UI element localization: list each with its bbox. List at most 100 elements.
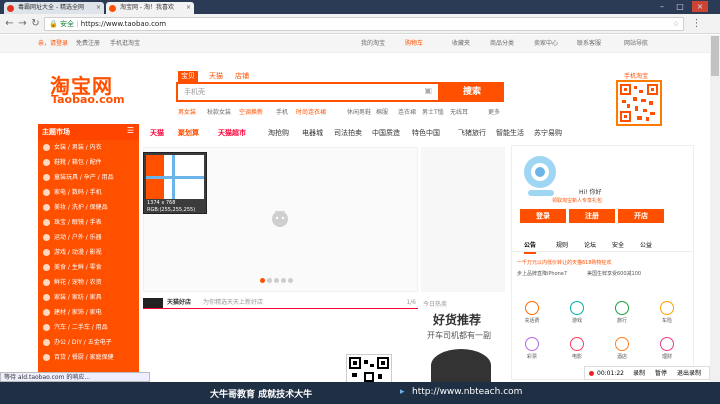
search-tab-shop[interactable]: 店铺 (232, 71, 252, 82)
recorder-record[interactable]: 录制 (633, 367, 645, 380)
login-button[interactable]: 登录 (520, 209, 566, 223)
sidebar-item[interactable]: 办公 / DIY / 五金电子 (38, 335, 139, 350)
reload-icon[interactable]: ↻ (29, 17, 42, 30)
back-icon[interactable]: ← (3, 17, 16, 30)
topnav-link[interactable]: 商品分类 (490, 35, 514, 53)
news-item[interactable]: 美国生鲜享受600减100 (587, 270, 641, 277)
sidebar-item[interactable]: 美妆 / 洗护 / 保健品 (38, 200, 139, 215)
search-input[interactable]: 手机壳 ▣ (176, 82, 440, 102)
catnav-link[interactable]: 智能生活 (496, 125, 524, 141)
hot-link[interactable]: 棉服 (376, 107, 388, 116)
catnav-link[interactable]: 飞猪旅行 (458, 125, 486, 141)
scrollbar-thumb[interactable] (711, 36, 719, 76)
mobile-link[interactable]: 手机逛淘宝 (110, 35, 140, 53)
catnav-link[interactable]: 电器城 (302, 125, 323, 141)
star-icon[interactable]: ☆ (673, 18, 679, 30)
service-insurance[interactable]: 车险 (647, 296, 687, 330)
catnav-link[interactable]: 特色中国 (412, 125, 440, 141)
more-link[interactable]: 更多 (488, 107, 500, 116)
user-panel: Hi! 你好 领取淘宝新人专享礼包 登录 注册 开店 公告 规则 论坛 安全 公… (511, 145, 694, 380)
tab-taobao[interactable]: 淘宝网 - 淘！我喜欢 × (106, 2, 194, 14)
list-icon[interactable]: ☰ (127, 126, 134, 135)
hot-link[interactable]: 男女装 (178, 107, 196, 116)
tab-rules[interactable]: 规则 (556, 240, 568, 252)
sidebar-item[interactable]: 运动 / 户外 / 乐器 (38, 230, 139, 245)
sidebar-item[interactable]: 游戏 / 动漫 / 影视 (38, 245, 139, 260)
sidebar-item[interactable]: 建材 / 家饰 / 家电 (38, 305, 139, 320)
hot-link[interactable]: 男士T恤 (422, 107, 444, 116)
recorder-exit[interactable]: 退出录制 (677, 367, 701, 380)
page-scrollbar[interactable] (710, 35, 720, 382)
news-item[interactable]: 一千万元以内低价转让的天猫618购物狂欢 (517, 259, 612, 266)
carousel-dot[interactable] (267, 278, 272, 283)
carousel-dot[interactable] (260, 278, 265, 283)
sidebar-item[interactable]: 鲜花 / 宠物 / 农资 (38, 275, 139, 290)
hot-link[interactable]: 无线耳 (450, 107, 468, 116)
sidebar-item[interactable]: 家电 / 数码 / 手机 (38, 185, 139, 200)
catnav-link[interactable]: 司法拍卖 (334, 125, 362, 141)
topnav-link[interactable]: 卖家中心 (534, 35, 558, 53)
login-link[interactable]: 亲，请登录 (38, 35, 68, 53)
sidebar-item[interactable]: 美食 / 生鲜 / 零食 (38, 260, 139, 275)
topnav-link[interactable]: 网站导航 (624, 35, 648, 53)
tab-charity[interactable]: 公益 (640, 240, 652, 252)
topnav-link[interactable]: 我的淘宝 (361, 35, 385, 53)
service-travel[interactable]: 旅行 (602, 296, 642, 330)
topnav-link[interactable]: 联系客服 (577, 35, 601, 53)
service-finance[interactable]: 理财 (647, 332, 687, 366)
tab-duba[interactable]: 毒霸网址大全 - 精选全网 × (4, 2, 104, 14)
service-hotel[interactable]: 酒店 (602, 332, 642, 366)
catnav-link[interactable]: 天猫 (150, 125, 164, 141)
open-shop-button[interactable]: 开店 (618, 209, 664, 223)
maximize-icon[interactable]: □ (672, 1, 688, 12)
catnav-link[interactable]: 淘抢购 (268, 125, 289, 141)
close-tab-icon[interactable]: × (186, 2, 191, 14)
forward-icon[interactable]: → (16, 17, 29, 30)
sidebar-item[interactable]: 汽车 / 二手车 / 用品 (38, 320, 139, 335)
hot-link[interactable]: 空调换新 (239, 107, 263, 116)
sidebar-item[interactable]: 珠宝 / 眼镜 / 手表 (38, 215, 139, 230)
close-window-icon[interactable]: × (692, 1, 708, 12)
service-lottery[interactable]: 彩票 (512, 332, 552, 366)
menu-icon[interactable]: ⋮ (690, 17, 703, 30)
hot-link[interactable]: 时尚连衣裙 (296, 107, 326, 116)
promo-link[interactable]: 领取淘宝新人专享礼包 (552, 197, 602, 204)
carousel-dot[interactable] (288, 278, 293, 283)
carousel-dot[interactable] (274, 278, 279, 283)
good-recommend[interactable]: 今日热卖 好货推荐 开车司机都有一副 (421, 297, 505, 382)
topnav-link[interactable]: 收藏夹 (452, 35, 470, 53)
news-item[interactable]: 步上品牌直降iPhone7 (517, 270, 567, 277)
hot-link[interactable]: 手机 (276, 107, 288, 116)
register-link[interactable]: 免费注册 (76, 35, 100, 53)
minimize-icon[interactable]: – (654, 1, 670, 12)
catnav-link[interactable]: 天猫超市 (218, 125, 246, 141)
carousel-dot[interactable] (281, 278, 286, 283)
sidebar-item[interactable]: 女装 / 男装 / 内衣 (38, 140, 139, 155)
sidebar-item[interactable]: 百货 / 餐厨 / 家庭保健 (38, 350, 139, 365)
cart-link[interactable]: 购物车 (405, 35, 423, 53)
sidebar-item[interactable]: 鞋靴 / 箱包 / 配件 (38, 155, 139, 170)
catnav-link[interactable]: 中国质造 (372, 125, 400, 141)
recorder-pause[interactable]: 暂停 (655, 367, 667, 380)
service-movie[interactable]: 电影 (557, 332, 597, 366)
catnav-link[interactable]: 苏宁易购 (534, 125, 562, 141)
tab-notice[interactable]: 公告 (524, 240, 537, 254)
register-button[interactable]: 注册 (569, 209, 615, 223)
hot-link[interactable]: 秋款女装 (207, 107, 231, 116)
search-tab-item[interactable]: 宝贝 (178, 71, 198, 82)
camera-icon[interactable]: ▣ (424, 86, 432, 95)
url-input[interactable]: 🔒 安全 | https://www.taobao.com ☆ (44, 17, 684, 31)
sidebar-item[interactable]: 家装 / 家纺 / 家具 (38, 290, 139, 305)
search-tab-tmall[interactable]: 天猫 (206, 71, 226, 82)
tab-security[interactable]: 安全 (612, 240, 624, 252)
hot-link[interactable]: 连衣裙 (398, 107, 416, 116)
service-recharge[interactable]: 充话费 (512, 296, 552, 330)
sidebar-item[interactable]: 童装玩具 / 孕产 / 用品 (38, 170, 139, 185)
search-button[interactable]: 搜索 (440, 82, 504, 102)
service-game[interactable]: 游戏 (557, 296, 597, 330)
side-banner[interactable] (421, 147, 505, 292)
hot-link[interactable]: 休闲男鞋 (347, 107, 371, 116)
tab-forum[interactable]: 论坛 (584, 240, 596, 252)
close-tab-icon[interactable]: × (96, 2, 101, 14)
catnav-link[interactable]: 聚划算 (178, 125, 199, 141)
